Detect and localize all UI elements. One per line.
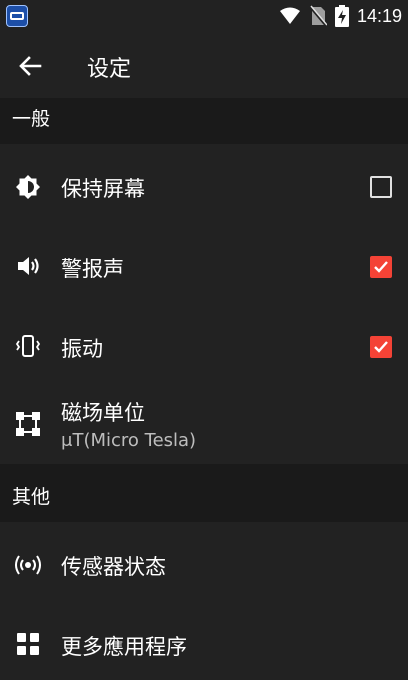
check-icon xyxy=(374,341,388,353)
section-header-other: 其他 xyxy=(0,464,408,522)
no-sim-icon xyxy=(309,5,327,27)
status-time: 14:19 xyxy=(356,5,402,26)
setting-sensor-status[interactable]: 传感器状态 xyxy=(0,526,408,604)
setting-magnetic-unit[interactable]: 磁场单位 μT(Micro Tesla) xyxy=(0,388,408,464)
setting-vibration[interactable]: 振动 xyxy=(0,308,408,388)
setting-more-apps[interactable]: 更多應用程序 xyxy=(0,604,408,680)
brightness-icon xyxy=(16,175,40,199)
sensor-icon xyxy=(15,555,41,575)
setting-label: 磁场单位 xyxy=(61,401,145,425)
apps-grid-icon xyxy=(17,633,39,655)
setting-label: 振动 xyxy=(61,337,103,361)
check-icon xyxy=(374,261,388,273)
setting-label: 保持屏幕 xyxy=(61,177,145,201)
setting-label: 更多應用程序 xyxy=(61,635,187,659)
alarm-sound-checkbox[interactable] xyxy=(370,256,392,278)
vibration-checkbox[interactable] xyxy=(370,336,392,358)
setting-keep-screen[interactable]: 保持屏幕 xyxy=(0,148,408,228)
setting-subtitle: μT(Micro Tesla) xyxy=(61,430,197,451)
battery-charging-icon xyxy=(334,5,349,27)
status-icons: 14:19 xyxy=(279,0,402,32)
setting-label: 传感器状态 xyxy=(61,555,166,579)
section-header-label: 一般 xyxy=(12,108,51,130)
section-header-general: 一般 xyxy=(0,98,408,144)
crop-free-icon xyxy=(16,412,40,436)
page-title: 设定 xyxy=(87,57,132,82)
keep-screen-checkbox[interactable] xyxy=(370,176,392,198)
toolbar: 设定 xyxy=(0,32,408,98)
setting-alarm-sound[interactable]: 警报声 xyxy=(0,228,408,308)
setting-label: 警报声 xyxy=(61,257,124,281)
status-bar: 14:19 xyxy=(0,0,408,32)
vibration-icon xyxy=(15,335,41,357)
app-icon xyxy=(6,5,28,27)
wifi-icon xyxy=(279,7,300,24)
arrow-left-icon[interactable] xyxy=(14,50,46,82)
volume-icon xyxy=(18,257,39,275)
section-header-label: 其他 xyxy=(12,486,51,508)
